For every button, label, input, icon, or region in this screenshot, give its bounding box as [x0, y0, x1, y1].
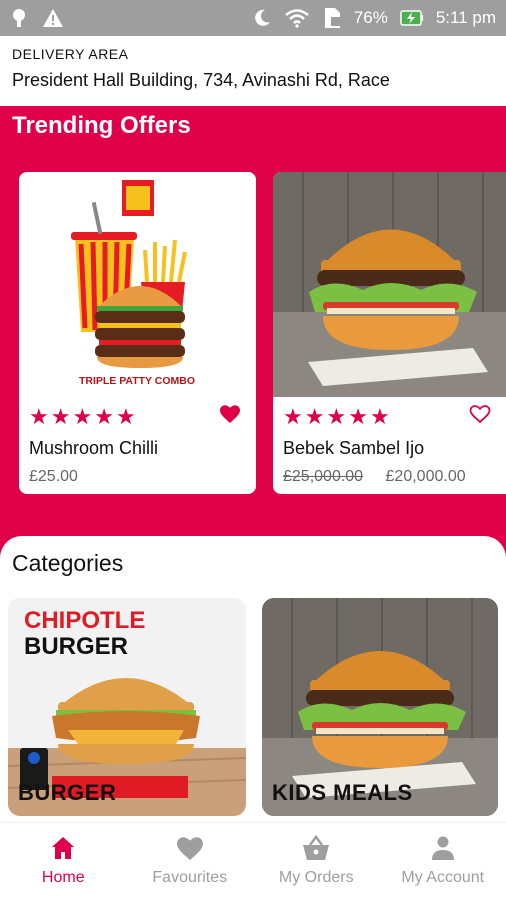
- heart-outline-icon[interactable]: [468, 402, 492, 426]
- rating-stars: ★ ★ ★ ★ ★: [283, 404, 390, 430]
- burger-image: [273, 172, 506, 397]
- nav-label: My Orders: [278, 869, 354, 886]
- category-card-burger[interactable]: CHIPOTLE BURGER BURGER: [8, 598, 246, 816]
- category-label: KIDS MEALS: [272, 780, 413, 805]
- sim-icon: [322, 7, 342, 29]
- nav-label: Favourites: [152, 869, 228, 886]
- heart-filled-icon[interactable]: [218, 402, 242, 426]
- star-icon: ★: [94, 404, 114, 429]
- category-card-kids-meals[interactable]: KIDS MEALS: [262, 598, 498, 816]
- item-name: Bebek Sambel Ijo: [283, 438, 425, 458]
- triple-patty-combo-image: TRIPLE PATTY COMBO: [19, 172, 256, 397]
- status-bar: 76% 5:11 pm: [0, 0, 506, 36]
- delivery-area[interactable]: DELIVERY AREA President Hall Building, 7…: [0, 36, 506, 106]
- nav-my-account[interactable]: My Account: [380, 823, 506, 900]
- wifi-icon: [284, 8, 310, 28]
- category-label: BURGER: [18, 780, 117, 805]
- android-icon: [10, 8, 28, 28]
- current-price: £25.00: [29, 468, 78, 485]
- heart-icon: [176, 837, 203, 860]
- star-icon: ★: [72, 404, 93, 429]
- person-icon: [431, 836, 454, 860]
- clock-text: 5:11 pm: [435, 8, 496, 27]
- star-icon: ★: [283, 404, 303, 429]
- item-name: Mushroom Chilli: [29, 438, 159, 458]
- item-price: £25.00: [29, 468, 78, 486]
- battery-charging-icon: [400, 8, 424, 28]
- trending-offers-section: Trending Offers TRIPLE PATTY COMBO ★ ★ ★…: [0, 106, 506, 546]
- current-price: £20,000.00: [385, 468, 466, 485]
- banner-title-line2: BURGER: [24, 633, 128, 660]
- section-title: Trending Offers: [12, 112, 191, 139]
- old-price: £25,000.00: [283, 468, 364, 485]
- nav-label: Home: [41, 869, 85, 886]
- nav-home[interactable]: Home: [0, 823, 127, 900]
- battery-text: 76%: [353, 8, 388, 27]
- delivery-area-label: DELIVERY AREA: [12, 46, 129, 62]
- star-icon: ★: [348, 404, 368, 429]
- section-title: Categories: [12, 550, 124, 576]
- star-icon: ★: [29, 404, 49, 429]
- basket-icon: [303, 835, 330, 860]
- nav-label: My Account: [401, 869, 485, 886]
- warning-icon: [42, 8, 64, 28]
- home-icon: [52, 837, 75, 859]
- item-price: £25,000.00 £20,000.00: [283, 468, 466, 486]
- nav-favourites[interactable]: Favourites: [127, 823, 254, 900]
- star-icon: ★: [304, 404, 325, 429]
- banner-title-line1: CHIPOTLE: [24, 607, 145, 634]
- categories-section: Categories CHIPOTLE BURGER BURGER KIDS M…: [0, 536, 506, 836]
- delivery-address[interactable]: President Hall Building, 734, Avinashi R…: [12, 70, 494, 91]
- offer-card[interactable]: TRIPLE PATTY COMBO ★ ★ ★ ★ ★ Mushroom Chilli…: [19, 172, 256, 494]
- star-icon: ★: [326, 404, 347, 429]
- star-icon: ★: [50, 404, 71, 429]
- offer-card[interactable]: ★ ★ ★ ★ ★ Bebek Sambel Ijo £25,000.00 £20,00…: [273, 172, 506, 494]
- star-icon: ★: [115, 404, 136, 429]
- moon-icon: [252, 8, 272, 28]
- bottom-navigation: Home Favourites My Orders My Account: [0, 822, 506, 900]
- star-icon: ★: [369, 404, 390, 429]
- rating-stars: ★ ★ ★ ★ ★: [29, 404, 136, 430]
- nav-my-orders[interactable]: My Orders: [253, 823, 380, 900]
- combo-caption: TRIPLE PATTY COMBO: [79, 375, 195, 387]
